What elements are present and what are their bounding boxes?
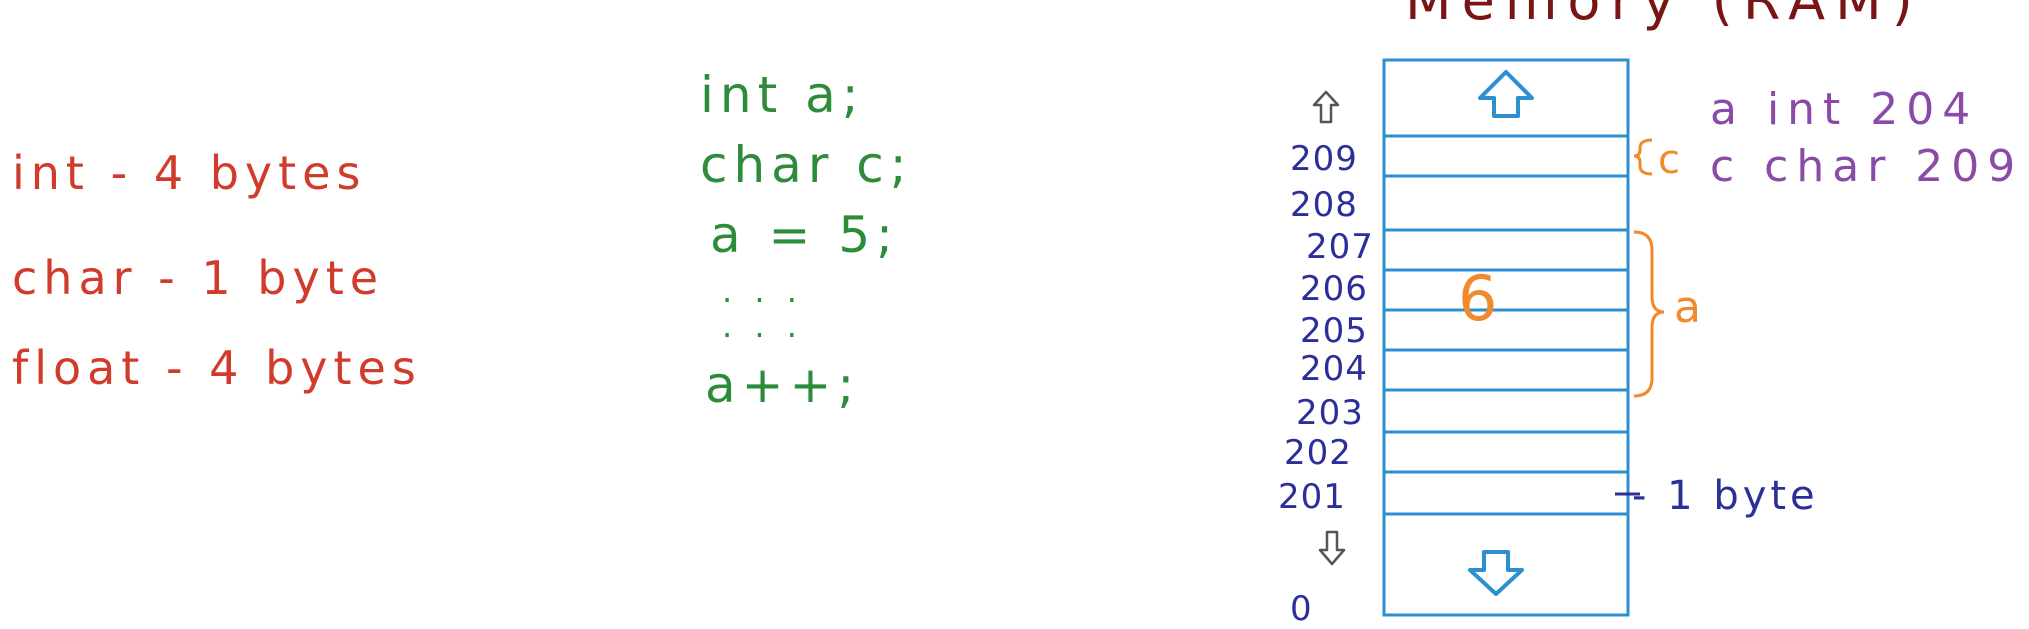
small-down-arrow-icon: [1318, 530, 1346, 566]
address-207: 207: [1306, 227, 1374, 267]
memory-column: [1382, 58, 1630, 617]
one-byte-label: - 1 byte: [1632, 473, 1819, 519]
memory-cell-dividers: [1384, 134, 1628, 516]
small-up-arrow-icon: [1312, 90, 1340, 124]
brace-c: [1633, 138, 1653, 176]
address-204: 204: [1300, 349, 1368, 389]
address-205: 205: [1300, 311, 1368, 351]
address-202: 202: [1284, 433, 1352, 473]
symbol-c: c char 209: [1710, 141, 2024, 192]
address-208: 208: [1290, 185, 1358, 225]
label-c: c: [1658, 137, 1686, 183]
brace-a: [1633, 230, 1665, 398]
up-arrow-icon: [1478, 70, 1534, 118]
address-203: 203: [1296, 393, 1364, 433]
down-arrow-icon: [1468, 550, 1524, 596]
symbol-a: a int 204: [1710, 84, 1979, 135]
stored-value: 6: [1458, 262, 1504, 335]
address-206: 206: [1300, 269, 1368, 309]
address-201: 201: [1278, 477, 1346, 517]
address-209: 209: [1290, 139, 1358, 179]
label-a: a: [1674, 282, 1707, 333]
address-0: 0: [1290, 589, 1313, 629]
